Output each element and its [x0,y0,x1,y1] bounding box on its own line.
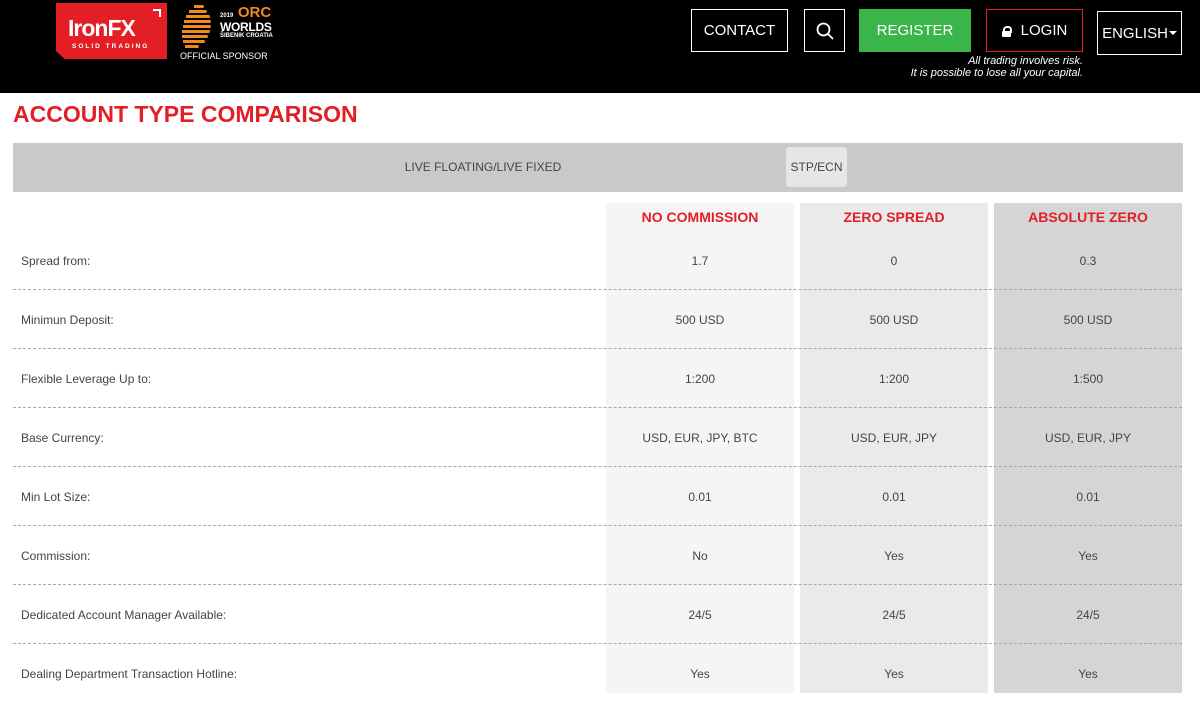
ironfx-logo[interactable]: IronFX SOLID TRADING [56,3,167,59]
search-icon [816,22,834,40]
table-row: Flexible Leverage Up to: 1:200 1:200 1:500 [13,349,1182,408]
row-label: Spread from: [21,253,91,268]
orc-worlds-text: 2019 ORC WORLDS ŠIBENIK CROATIA [220,5,273,39]
table-cell: 1:200 [684,371,716,386]
login-label: LOGIN [1020,22,1068,39]
sail-icon [180,3,218,49]
search-button[interactable] [804,9,845,52]
table-row: Dealing Department Transaction Hotline: Y… [13,644,1182,703]
table-row: Spread from: 1.7 0 0.3 [13,231,1182,290]
table-cell: 1:500 [1072,371,1104,386]
table-cell: 0.01 [882,489,906,504]
table-cell: 0.3 [1079,253,1097,268]
table-cell: No [692,548,708,563]
table-cell: Yes [884,548,904,563]
page-title: ACCOUNT TYPE COMPARISON [13,101,358,127]
table-cell: 1.7 [691,253,709,268]
table-row: Commission: No Yes Yes [13,526,1182,585]
table-row: Minimun Deposit: 500 USD 500 USD 500 USD [13,290,1182,349]
row-label: Base Currency: [21,430,104,445]
tab-stp-ecn[interactable]: STP/ECN [786,147,847,187]
table-cell: 500 USD [1063,312,1113,327]
table-cell: Yes [1078,548,1098,563]
table-cell: 24/5 [1076,607,1100,622]
table-row: Base Currency: USD, EUR, JPY, BTC USD, EUR… [13,408,1182,467]
row-label: Commission: [21,548,91,563]
table-row: Dedicated Account Manager Available: 24/5… [13,585,1182,644]
table-cell: 24/5 [882,607,906,622]
language-dropdown[interactable]: ENGLISH [1097,11,1182,55]
table-cell: USD, EUR, JPY [1044,430,1131,445]
chevron-down-icon [1168,31,1177,35]
row-label: Dedicated Account Manager Available: [21,607,227,622]
table-cell: 500 USD [869,312,919,327]
column-header-absolute-zero: ABSOLUTE ZERO [1028,209,1148,225]
table-cell: Yes [884,666,904,681]
contact-button[interactable]: CONTACT [691,9,788,52]
table-cell: 0 [890,253,898,268]
logo-tagline: SOLID TRADING [72,43,150,50]
risk-warning-line-1: All trading involves risk. [968,55,1083,67]
table-cell: USD, EUR, JPY, BTC [642,430,758,445]
table-cell: 1:200 [878,371,910,386]
login-button[interactable]: LOGIN [986,9,1083,52]
row-label: Minimun Deposit: [21,312,114,327]
risk-warning-line-2: It is possible to lose all your capital. [910,67,1083,79]
tab-live-floating-fixed[interactable]: LIVE FLOATING/LIVE FIXED [383,147,583,187]
row-label: Dealing Department Transaction Hotline: [21,666,238,681]
sponsor-logo[interactable]: 2019 ORC WORLDS ŠIBENIK CROATIA OFFICIAL… [178,3,274,61]
top-navigation-bar: IronFX SOLID TRADING 2019 ORC WORLDS ŠIB… [0,0,1200,93]
register-button[interactable]: REGISTER [859,9,971,52]
table-row: Min Lot Size: 0.01 0.01 0.01 [13,467,1182,526]
table-cell: Yes [690,666,710,681]
table-cell: USD, EUR, JPY [850,430,937,445]
table-cell: Yes [1078,666,1098,681]
logo-brand-text: IronFX [68,15,136,41]
sponsor-event: ORC [237,4,272,21]
row-label: Flexible Leverage Up to: [21,371,152,386]
account-tabs: LIVE FLOATING/LIVE FIXED STP/ECN [13,143,1183,192]
column-header-no-commission: NO COMMISSION [641,209,759,225]
table-cell: 24/5 [688,607,712,622]
lock-icon [1001,25,1012,37]
sponsor-place: ŠIBENIK CROATIA [220,33,273,39]
table-cell: 0.01 [688,489,712,504]
row-label: Min Lot Size: [21,489,91,504]
column-header-zero-spread: ZERO SPREAD [843,209,945,225]
official-sponsor-label: OFFICIAL SPONSOR [180,51,268,61]
language-label: ENGLISH [1102,24,1168,42]
logo-arrow-icon [153,9,161,17]
table-cell: 0.01 [1076,489,1100,504]
risk-warning: All trading involves risk. It is possibl… [911,55,1083,79]
sponsor-year: 2019 [220,13,234,19]
sponsor-worlds: WORLDS [220,20,272,34]
table-cell: 500 USD [675,312,725,327]
